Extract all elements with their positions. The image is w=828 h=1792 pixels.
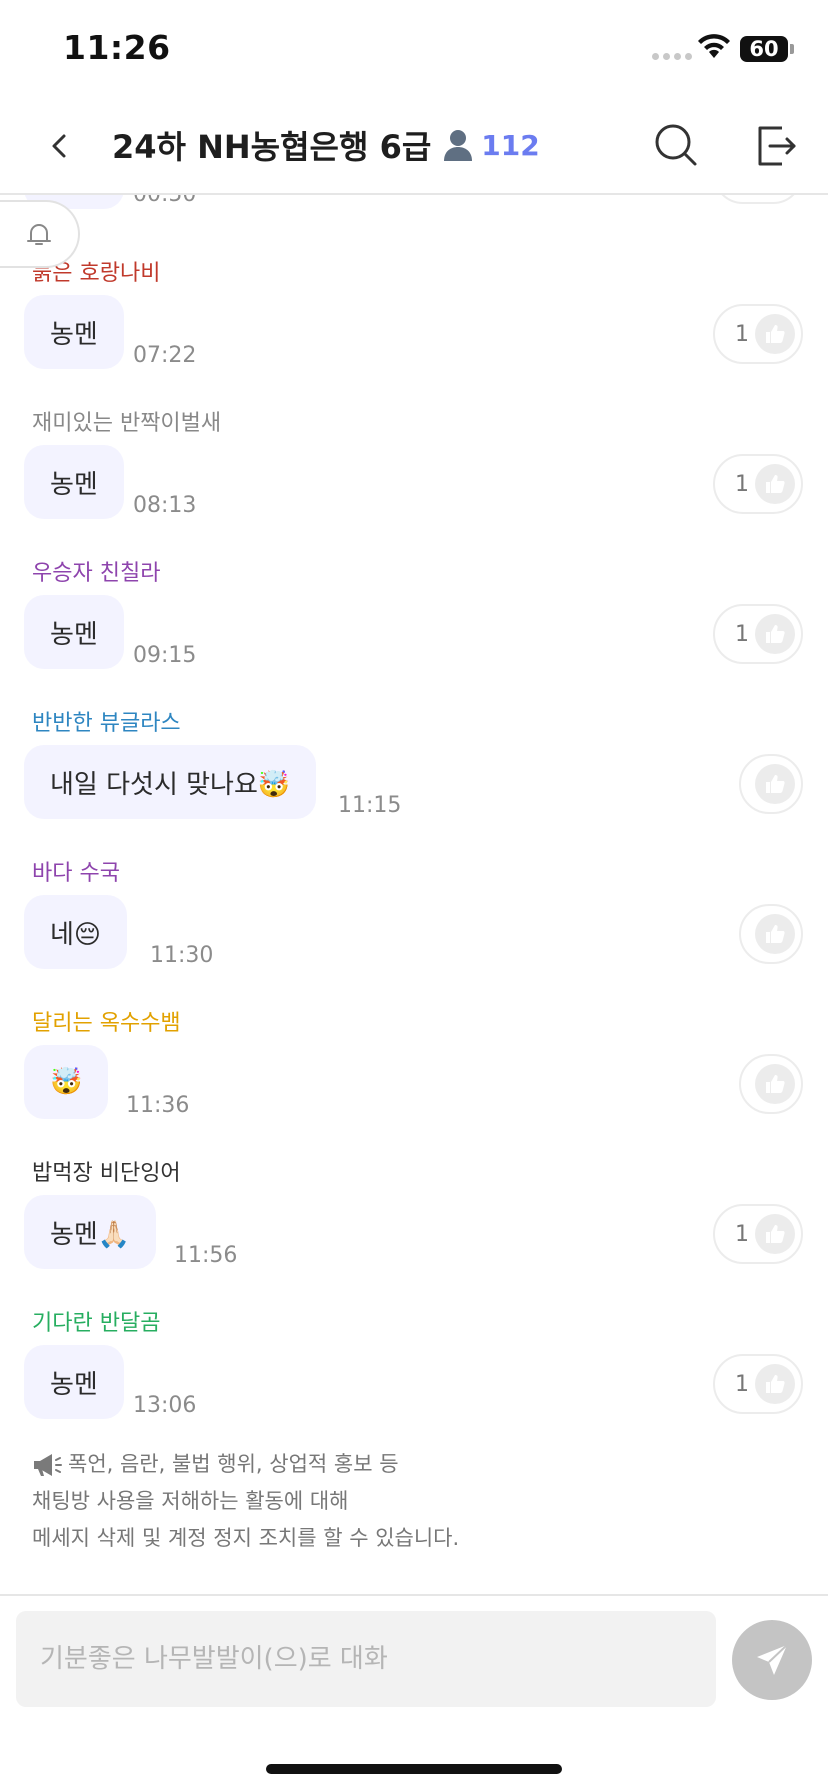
message-time: 11:15 bbox=[338, 793, 402, 818]
sender-name[interactable]: 바다 수국 bbox=[32, 855, 120, 887]
chat-header: 24하 NH농협은행 6급 112 bbox=[0, 100, 828, 195]
message-input[interactable] bbox=[16, 1611, 716, 1707]
like-button[interactable] bbox=[739, 904, 803, 964]
person-icon bbox=[444, 130, 473, 161]
thumbs-up-icon bbox=[755, 1064, 795, 1104]
sender-name[interactable]: 달리는 옥수수뱀 bbox=[32, 1005, 181, 1037]
home-indicator bbox=[266, 1764, 562, 1774]
thumbs-up-icon bbox=[755, 914, 795, 954]
message-time: 08:13 bbox=[133, 493, 197, 518]
like-count: 1 bbox=[735, 621, 749, 647]
chat-notice: 폭언, 음란, 불법 행위, 상업적 홍보 등 채팅방 사용을 저해하는 활동에… bbox=[32, 1446, 459, 1557]
sender-name[interactable]: 재미있는 반짝이벌새 bbox=[32, 405, 221, 437]
sender-name[interactable]: 우승자 친칠라 bbox=[32, 555, 160, 587]
notification-toggle[interactable] bbox=[0, 200, 80, 268]
message-bubble[interactable]: 농멘 bbox=[24, 295, 124, 369]
message-time: 07:22 bbox=[133, 343, 197, 368]
notice-line: 메세지 삭제 및 계정 정지 조치를 할 수 있습니다. bbox=[32, 1526, 460, 1550]
notice-line: 채팅방 사용을 저해하는 활동에 대해 bbox=[32, 1489, 349, 1513]
chat-message: 반반한 뷰글라스 내일 다섯시 맞나요🤯 11:15 bbox=[0, 705, 828, 825]
thumbs-up-icon bbox=[755, 1364, 795, 1404]
chat-message: 재미있는 반짝이벌새 농멘 08:13 1 bbox=[0, 405, 828, 525]
like-button[interactable]: 1 bbox=[713, 304, 803, 364]
composer-divider bbox=[0, 1594, 828, 1596]
send-icon bbox=[757, 1644, 788, 1675]
message-time: 00:50 bbox=[133, 195, 196, 207]
message-bubble[interactable]: 🤯 bbox=[24, 1045, 109, 1119]
like-count: 1 bbox=[735, 471, 749, 497]
like-button[interactable]: 1 bbox=[713, 1354, 803, 1414]
chat-title-group: 24하 NH농협은행 6급 112 bbox=[112, 122, 540, 168]
search-icon[interactable] bbox=[652, 120, 700, 170]
thumbs-up-icon bbox=[755, 614, 795, 654]
thumbs-up-icon bbox=[755, 764, 795, 804]
notice-line: 폭언, 음란, 불법 행위, 상업적 홍보 등 bbox=[68, 1452, 399, 1476]
sender-name[interactable]: 기다란 반달곰 bbox=[32, 1305, 160, 1337]
like-button[interactable] bbox=[739, 1054, 803, 1114]
message-time: 11:56 bbox=[174, 1243, 238, 1268]
message-bubble[interactable]: 농멘🙏🏻 bbox=[24, 1195, 157, 1269]
like-count: 1 bbox=[735, 321, 749, 347]
chat-message: 우승자 친칠라 농멘 09:15 1 bbox=[0, 555, 828, 675]
like-button[interactable] bbox=[739, 754, 803, 814]
chat-message: 밥먹장 비단잉어 농멘🙏🏻 11:56 1 bbox=[0, 1155, 828, 1275]
sender-name[interactable]: 반반한 뷰글라스 bbox=[32, 705, 181, 737]
member-count: 112 bbox=[481, 128, 540, 162]
message-time: 09:15 bbox=[133, 643, 197, 668]
message-time: 11:30 bbox=[150, 943, 214, 968]
chat-message: 붉은 호랑나비 농멘 07:22 1 bbox=[0, 255, 828, 375]
battery-tip bbox=[790, 44, 794, 54]
like-button[interactable]: 1 bbox=[713, 1204, 803, 1264]
message-time: 11:36 bbox=[126, 1093, 190, 1118]
like-button[interactable]: 2 bbox=[713, 195, 803, 204]
like-count: 1 bbox=[735, 1221, 749, 1247]
like-button[interactable]: 1 bbox=[713, 454, 803, 514]
megaphone-icon bbox=[34, 1453, 62, 1476]
battery-icon: 60 bbox=[740, 36, 788, 62]
message-time: 13:06 bbox=[133, 1393, 197, 1418]
message-bubble[interactable]: 네😔 bbox=[24, 895, 128, 969]
status-bar: 11:26 60 bbox=[0, 0, 828, 100]
message-bubble[interactable]: 내일 다섯시 맞나요🤯 bbox=[24, 745, 317, 819]
signal-icon bbox=[652, 53, 692, 60]
chat-message: 바다 수국 네😔 11:30 bbox=[0, 855, 828, 975]
thumbs-up-icon bbox=[755, 314, 795, 354]
chat-message: 농멘 00:50 2 bbox=[0, 195, 828, 215]
chat-title: 24하 NH농협은행 6급 bbox=[112, 128, 432, 166]
message-bubble[interactable]: 농멘 bbox=[24, 595, 124, 669]
chat-message: 달리는 옥수수뱀 🤯 11:36 bbox=[0, 1005, 828, 1125]
like-button[interactable]: 1 bbox=[713, 604, 803, 664]
send-button[interactable] bbox=[732, 1620, 812, 1700]
wifi-icon bbox=[698, 34, 730, 58]
chat-message: 기다란 반달곰 농멘 13:06 1 bbox=[0, 1305, 828, 1425]
thumbs-up-icon bbox=[755, 1214, 795, 1254]
sender-name[interactable]: 밥먹장 비단잉어 bbox=[32, 1155, 181, 1187]
thumbs-up-icon bbox=[755, 464, 795, 504]
like-count: 1 bbox=[735, 1371, 749, 1397]
message-bubble[interactable]: 농멘 bbox=[24, 1345, 124, 1419]
bell-icon bbox=[27, 224, 51, 245]
status-time: 11:26 bbox=[63, 28, 171, 67]
message-bubble[interactable]: 농멘 bbox=[24, 445, 124, 519]
message-list[interactable]: 농멘 00:50 2 붉은 호랑나비 농멘 07:22 1 재미있는 반짝이벌새… bbox=[0, 195, 828, 1593]
exit-icon[interactable] bbox=[752, 120, 800, 170]
chevron-left-icon[interactable] bbox=[40, 126, 80, 166]
